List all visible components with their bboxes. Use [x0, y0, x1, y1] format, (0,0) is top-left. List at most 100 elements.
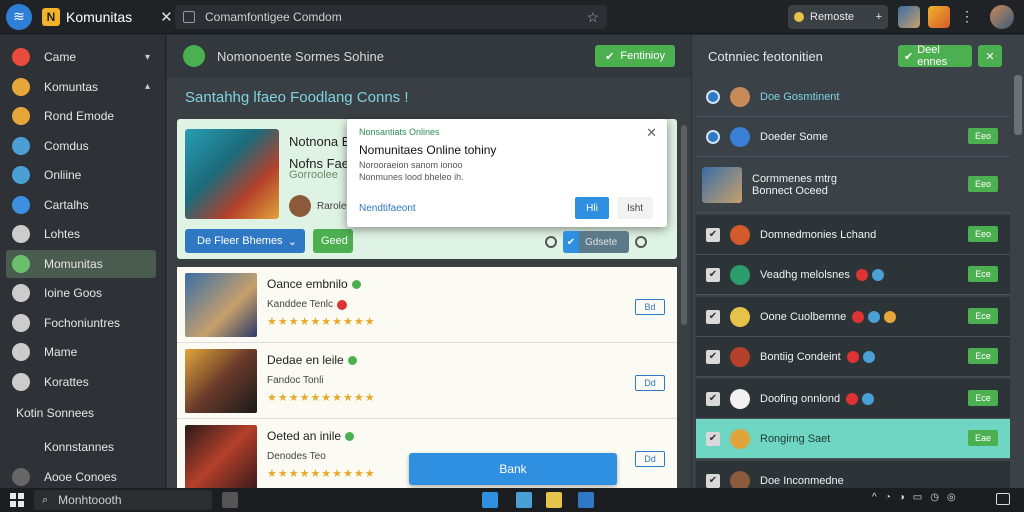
clock-icon[interactable]: ◷ [930, 492, 939, 503]
radio-button[interactable] [706, 89, 720, 104]
sidebar-item-korattes[interactable]: Korattes [6, 368, 156, 396]
radio-button[interactable] [706, 129, 720, 144]
sidebar-item-mame[interactable]: Mame [6, 338, 156, 366]
game-thumbnail[interactable] [185, 425, 257, 488]
volume-icon[interactable]: ◑ [899, 492, 905, 503]
taskbar-search[interactable]: ⌕ Monhtoooth [34, 490, 212, 510]
folder-icon[interactable] [546, 492, 562, 508]
close-icon[interactable]: ✕ [646, 125, 657, 141]
right-action-button[interactable]: ✔ Deel ennes [898, 44, 972, 68]
featured-primary-button[interactable]: De Fleer Bhemes ⌄ [185, 229, 305, 253]
sidebar-item-comdus[interactable]: Comdus [6, 132, 156, 160]
sidebar-item-rond-emode[interactable]: Rond Emode [6, 102, 156, 130]
sidebar-icon [12, 107, 30, 125]
refresh-icon[interactable] [183, 45, 205, 67]
list-item[interactable]: ✔ Domnedmonies Lchand Eeo [696, 215, 1010, 255]
list-item[interactable]: Oance embnilo Kanddee Tenlc ★★★★★★★★★★ B… [177, 267, 677, 343]
blank-icon [12, 438, 30, 456]
sidebar-item-cartalhs[interactable]: Cartalhs [6, 191, 156, 219]
segment-toggle[interactable]: ✔ Gdsete [563, 231, 629, 253]
checkbox[interactable]: ✔ [706, 309, 720, 324]
sidebar-item-fochoniuntres[interactable]: Fochoniuntres [6, 309, 156, 337]
list-item[interactable]: ✔ Doofing onnlond Ece [696, 379, 1010, 419]
game-thumbnail[interactable] [185, 349, 257, 413]
row-action-button[interactable]: Eeo [968, 176, 998, 192]
dialog-kicker: Nonsantiats Onlines [359, 127, 440, 137]
list-item[interactable]: Doe Gosmtinent [696, 77, 1010, 117]
avatar [730, 126, 750, 147]
add-icon[interactable]: + [876, 11, 882, 23]
row-action-button[interactable]: Eeo [968, 226, 998, 242]
checkbox[interactable]: ✔ [706, 473, 720, 488]
dialog-ok-button[interactable]: Hli [575, 197, 609, 219]
right-close-button[interactable]: ✕ [978, 45, 1002, 67]
list-item[interactable]: Cormmenes mtrg Bonnect Oceed Eeo [696, 157, 1010, 213]
row-action-button[interactable]: Ece [968, 266, 998, 282]
sidebar-item-ioine-goos[interactable]: Ioine Goos [6, 279, 156, 307]
list-item[interactable]: Dedae en leile Fandoc Tonli ★★★★★★★★★★ D… [177, 343, 677, 419]
list-item[interactable]: ✔ Bontiig Condeint Ece [696, 337, 1010, 377]
list-item[interactable]: Doeder Some Eeo [696, 117, 1010, 157]
row-action-button[interactable]: Ece [968, 308, 998, 324]
app-icon[interactable] [482, 492, 498, 508]
sidebar-item-momunitas[interactable]: Momunitas [6, 249, 156, 278]
checkbox[interactable]: ✔ [706, 431, 720, 446]
featured-game-image[interactable] [185, 129, 279, 219]
sidebar-item-aooe-conoes[interactable]: Aooe Conoes [6, 463, 156, 491]
dialog-cancel-button[interactable]: Isht [617, 197, 653, 219]
windows-start-icon[interactable] [10, 493, 24, 507]
row-action-button[interactable]: Bd [635, 299, 665, 315]
tab-close-icon[interactable]: ✕ [160, 8, 173, 26]
list-item[interactable]: ✔ Oone Cuolbemne Ece [696, 297, 1010, 337]
network-icon[interactable]: ◔ [885, 492, 891, 503]
sidebar-item-onliine[interactable]: Onliine [6, 161, 156, 189]
address-bar[interactable]: Comamfontigee Comdom ☆ [175, 5, 607, 29]
chevron-icon[interactable]: ▴ [145, 81, 150, 92]
store-icon[interactable] [578, 492, 594, 508]
battery-icon[interactable]: ▭ [913, 492, 922, 503]
game-name-text: Oance embnilo [267, 277, 348, 291]
sidebar-item-komuntas[interactable]: Komuntas ▴ [6, 73, 156, 101]
language-icon[interactable]: ◎ [947, 492, 956, 503]
row-action-button[interactable]: Dd [635, 451, 665, 467]
profile-avatar[interactable] [898, 6, 920, 28]
row-action-button[interactable]: Ece [968, 390, 998, 406]
scrollbar[interactable] [1014, 75, 1022, 135]
check-icon: ✔ [605, 50, 615, 63]
prev-icon[interactable] [545, 236, 557, 248]
dialog-link[interactable]: Nendtifaeont [359, 203, 416, 214]
mail-icon[interactable] [516, 492, 532, 508]
game-thumbnail[interactable] [185, 273, 257, 337]
taskview-icon[interactable] [222, 492, 238, 508]
row-action-button[interactable]: Dd [635, 375, 665, 391]
sidebar-item-lohtes[interactable]: Lohtes [6, 220, 156, 248]
checkbox[interactable]: ✔ [706, 391, 720, 406]
sidebar-item-label: Ioine Goos [44, 286, 103, 300]
row-action-button[interactable]: Eeo [968, 128, 998, 144]
badge-icon [855, 268, 868, 281]
points-pill[interactable]: Remoste + [788, 5, 888, 29]
bookmark-star-icon[interactable]: ☆ [586, 9, 599, 26]
checkbox[interactable]: ✔ [706, 349, 720, 364]
chevron-up-icon[interactable]: ^ [872, 492, 877, 503]
checkbox[interactable]: ✔ [706, 267, 720, 282]
sidebar-item-came[interactable]: Came ▾ [6, 43, 156, 71]
settings-icon[interactable] [635, 236, 647, 248]
primary-action-button[interactable]: Bank [409, 453, 617, 485]
game-thumbnail[interactable] [702, 166, 742, 203]
browser-icon[interactable]: ≋ [6, 3, 32, 30]
list-item[interactable]: ✔ Rongirng Saet Eae [696, 419, 1010, 459]
row-action-button[interactable]: Eae [968, 430, 998, 446]
user-avatar[interactable] [990, 5, 1014, 29]
checkbox[interactable]: ✔ [706, 227, 720, 242]
row-action-button[interactable]: Ece [968, 348, 998, 364]
scrollbar[interactable] [681, 125, 687, 325]
more-options-icon[interactable]: ⋮ [960, 8, 974, 25]
sidebar-item-konnstannes[interactable]: Konnstannes [6, 433, 156, 461]
featured-secondary-button[interactable]: Geed [313, 229, 353, 253]
notification-center-icon[interactable] [996, 493, 1010, 505]
notification-icon[interactable] [928, 6, 950, 28]
list-item[interactable]: ✔ Veadhg melolsnes Ece [696, 255, 1010, 295]
chevron-icon[interactable]: ▾ [145, 52, 150, 63]
filter-button[interactable]: ✔ Fentinioy [595, 45, 675, 67]
